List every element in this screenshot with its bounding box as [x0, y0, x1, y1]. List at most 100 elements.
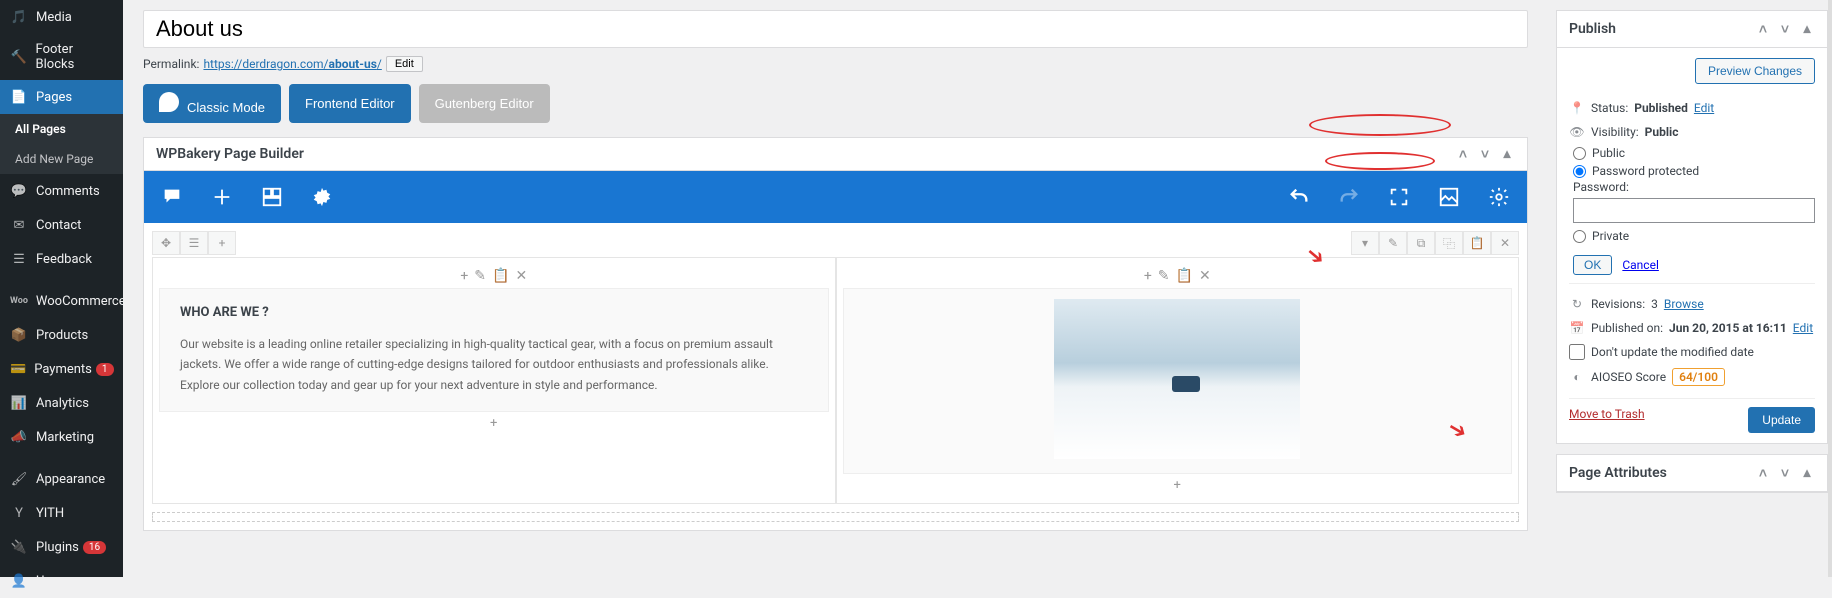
- scrollbar[interactable]: [1828, 0, 1832, 577]
- sidebar-item-woocommerce[interactable]: WooWooCommerce: [0, 284, 123, 318]
- redo-icon[interactable]: [1337, 185, 1361, 209]
- radio-password[interactable]: [1573, 165, 1586, 178]
- settings-icon[interactable]: [1487, 185, 1511, 209]
- clipboard-icon[interactable]: 📋: [1463, 231, 1491, 255]
- sidebar-item-feedback[interactable]: ☰Feedback: [0, 242, 123, 276]
- frontend-editor-tab[interactable]: Frontend Editor: [289, 84, 411, 123]
- sidebar-item-footer-blocks[interactable]: 🔨Footer Blocks: [0, 34, 123, 80]
- radio-public[interactable]: [1573, 147, 1586, 160]
- password-input[interactable]: [1573, 198, 1815, 223]
- sidebar-item-media[interactable]: 🎵Media: [0, 0, 123, 34]
- panel-controls: ˄ ˅ ▴: [1455, 146, 1515, 162]
- text-block[interactable]: WHO ARE WE ? Our website is a leading on…: [159, 288, 829, 412]
- visibility-public-option[interactable]: Public: [1573, 144, 1815, 162]
- sidebar-item-analytics[interactable]: 📊Analytics: [0, 386, 123, 420]
- image-icon[interactable]: [1437, 185, 1461, 209]
- undo-icon[interactable]: [1287, 185, 1311, 209]
- plus-icon[interactable]: [210, 185, 234, 209]
- permalink-label: Permalink:: [143, 57, 199, 71]
- add-icon[interactable]: +: [208, 231, 236, 255]
- add-icon[interactable]: +: [1144, 268, 1152, 284]
- visibility-private-option[interactable]: Private: [1573, 227, 1815, 245]
- visibility-password-option[interactable]: Password protected: [1573, 162, 1815, 180]
- published-on-value: Jun 20, 2015 at 16:11: [1669, 321, 1787, 335]
- close-icon[interactable]: ✕: [1491, 231, 1519, 255]
- badge: 16: [83, 541, 106, 554]
- sidebar-sub-add-new[interactable]: Add New Page: [0, 144, 123, 174]
- sidebar-item-yith[interactable]: YYITH: [0, 496, 123, 530]
- password-label: Password:: [1573, 180, 1815, 194]
- chevron-up-icon[interactable]: ˄: [1755, 465, 1771, 481]
- caret-up-icon[interactable]: ▴: [1799, 465, 1815, 481]
- dont-update-checkbox[interactable]: [1569, 344, 1585, 360]
- card-icon: 💳: [10, 360, 26, 378]
- close-icon[interactable]: ✕: [515, 268, 527, 284]
- sidebar-item-label: Marketing: [36, 430, 94, 445]
- page-icon: 📄: [10, 88, 28, 106]
- chevron-down-icon[interactable]: ˅: [1777, 21, 1793, 37]
- radio-private[interactable]: [1573, 230, 1586, 243]
- template-icon[interactable]: [260, 185, 284, 209]
- fullscreen-icon[interactable]: [1387, 185, 1411, 209]
- clipboard-icon[interactable]: 📋: [492, 268, 509, 284]
- edit-icon[interactable]: ✎: [1158, 268, 1170, 284]
- sidebar-item-plugins[interactable]: 🔌Plugins16: [0, 530, 123, 564]
- browse-revisions-link[interactable]: Browse: [1664, 297, 1704, 311]
- sidebar-item-comments[interactable]: 💬Comments: [0, 174, 123, 208]
- columns-icon[interactable]: ☰: [180, 231, 208, 255]
- sidebar-item-label: Contact: [36, 218, 81, 233]
- page-title-input[interactable]: [143, 10, 1528, 48]
- gear-icon[interactable]: [310, 185, 334, 209]
- column-toolbar: + ✎ 📋 ✕: [159, 264, 829, 288]
- edit-icon[interactable]: ✎: [474, 268, 486, 284]
- ok-button[interactable]: OK: [1573, 255, 1612, 275]
- chevron-down-icon[interactable]: ˅: [1777, 465, 1793, 481]
- edit-icon[interactable]: ✎: [1379, 231, 1407, 255]
- duplicate-icon[interactable]: ⿻: [1435, 231, 1463, 255]
- revisions-label: Revisions:: [1591, 297, 1645, 311]
- close-icon[interactable]: ✕: [1199, 268, 1211, 284]
- edit-slug-button[interactable]: Edit: [386, 56, 423, 72]
- builder-column-right: + ✎ 📋 ✕ +: [836, 257, 1520, 504]
- dont-update-row[interactable]: Don't update the modified date: [1569, 340, 1815, 364]
- sidebar-item-users[interactable]: 👤Users: [0, 564, 123, 598]
- permalink-link[interactable]: https://derdragon.com/about-us/: [203, 57, 381, 71]
- sidebar-item-pages[interactable]: 📄Pages: [0, 80, 123, 114]
- classic-mode-tab[interactable]: Classic Mode: [143, 84, 281, 123]
- sidebar-item-products[interactable]: 📦Products: [0, 318, 123, 352]
- add-element-button[interactable]: +: [843, 474, 1513, 497]
- edit-date-link[interactable]: Edit: [1793, 321, 1813, 335]
- image-block[interactable]: [843, 288, 1513, 474]
- sidebar-item-contact[interactable]: ✉Contact: [0, 208, 123, 242]
- drop-zone[interactable]: [152, 512, 1519, 522]
- publish-header: Publish ˄ ˅ ▴: [1557, 11, 1827, 48]
- editor-tabs: Classic Mode Frontend Editor Gutenberg E…: [143, 84, 1528, 123]
- sidebar-item-payments[interactable]: 💳Payments1: [0, 352, 123, 386]
- chevron-up-icon[interactable]: ˄: [1455, 146, 1471, 162]
- edit-status-link[interactable]: Edit: [1694, 101, 1714, 115]
- sidebar-item-marketing[interactable]: 📣Marketing: [0, 420, 123, 454]
- aioseo-score: 64/100: [1672, 368, 1725, 386]
- update-button[interactable]: Update: [1748, 407, 1815, 433]
- preview-changes-button[interactable]: Preview Changes: [1695, 58, 1815, 84]
- add-element-button[interactable]: +: [159, 412, 829, 435]
- chevron-up-icon[interactable]: ˄: [1755, 21, 1771, 37]
- cancel-link[interactable]: Cancel: [1622, 258, 1659, 272]
- builder-body: ✥ ☰ + ▾ ✎ ⧉ ⿻ 📋 ✕ + ✎: [144, 223, 1527, 530]
- chevron-down-icon[interactable]: ˅: [1477, 146, 1493, 162]
- sidebar-sub-all-pages[interactable]: All Pages: [0, 114, 123, 144]
- move-to-trash-link[interactable]: Move to Trash: [1569, 407, 1645, 421]
- status-value: Published: [1634, 101, 1688, 115]
- caret-up-icon[interactable]: ▴: [1799, 21, 1815, 37]
- copy-icon[interactable]: ⧉: [1407, 231, 1435, 255]
- permalink-row: Permalink: https://derdragon.com/about-u…: [143, 56, 1528, 72]
- clipboard-icon[interactable]: 📋: [1176, 268, 1193, 284]
- sidebar-item-appearance[interactable]: 🖌Appearance: [0, 462, 123, 496]
- add-icon[interactable]: +: [460, 268, 468, 284]
- caret-down-icon[interactable]: ▾: [1351, 231, 1379, 255]
- speech-icon[interactable]: [160, 185, 184, 209]
- move-handle-icon[interactable]: ✥: [152, 231, 180, 255]
- gutenberg-editor-tab[interactable]: Gutenberg Editor: [419, 84, 550, 123]
- caret-up-icon[interactable]: ▴: [1499, 146, 1515, 162]
- aioseo-label: AIOSEO Score: [1591, 370, 1666, 384]
